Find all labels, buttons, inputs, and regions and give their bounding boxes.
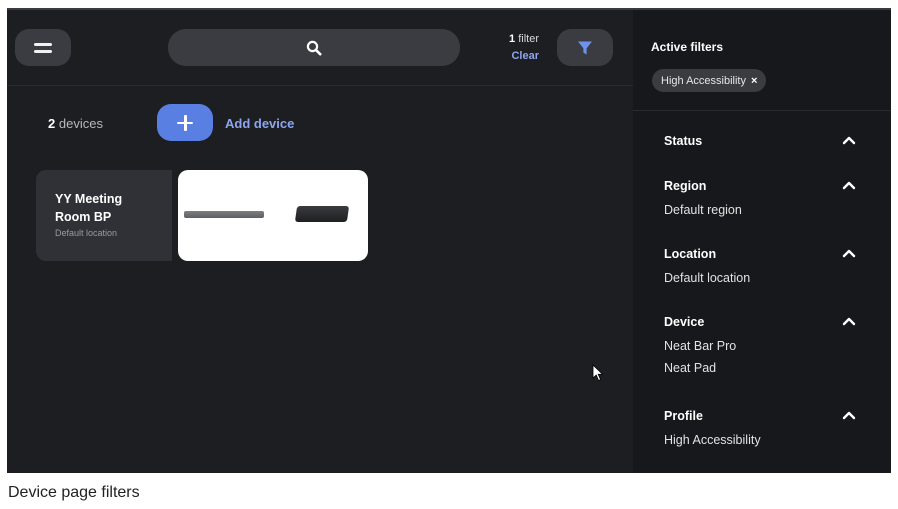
filter-option[interactable]: Default location: [664, 271, 864, 285]
filter-section-title: Location: [664, 247, 717, 261]
chevron-up-icon[interactable]: [842, 180, 856, 190]
filter-section-title: Region: [664, 179, 707, 193]
device-image: [178, 170, 368, 261]
active-filters-header: Active filters High Accessibility ×: [633, 10, 891, 111]
active-filters-title: Active filters: [651, 40, 724, 54]
filter-option[interactable]: Neat Pad: [664, 361, 864, 375]
search-bar[interactable]: [168, 29, 460, 66]
mouse-cursor-icon: [592, 364, 604, 382]
filter-section-location[interactable]: Location Default location: [664, 247, 864, 285]
menu-button[interactable]: [15, 29, 71, 66]
clear-filters-link[interactable]: Clear: [487, 48, 539, 65]
filter-section-title: Device: [664, 315, 705, 329]
filter-summary: 1 filter Clear: [487, 31, 539, 65]
filter-option[interactable]: High Accessibility: [664, 433, 864, 447]
filter-section-device[interactable]: Device Neat Bar Pro Neat Pad: [664, 315, 864, 375]
chevron-up-icon[interactable]: [842, 248, 856, 258]
filter-count: 1 filter: [509, 33, 539, 45]
filter-button[interactable]: [557, 29, 613, 66]
search-icon: [306, 40, 322, 55]
filters-panel: Active filters High Accessibility × Stat…: [633, 10, 891, 473]
plus-icon: [177, 114, 193, 131]
figure-caption: Device page filters: [8, 484, 140, 501]
filter-section-status[interactable]: Status: [664, 134, 864, 148]
active-filter-chip[interactable]: High Accessibility ×: [652, 69, 767, 92]
device-count: 2 devices: [48, 116, 103, 131]
chevron-up-icon[interactable]: [842, 135, 856, 145]
device-name: YY Meeting Room BP: [55, 192, 123, 224]
device-page: 1 filter Clear 2 devices Add device YY M…: [7, 8, 891, 473]
filter-option[interactable]: Default region: [664, 203, 864, 217]
filter-section-title: Status: [664, 134, 703, 148]
neat-bar-device-image: [184, 211, 264, 218]
device-card[interactable]: YY Meeting Room BP Default location: [36, 170, 372, 261]
chevron-up-icon[interactable]: [842, 316, 856, 326]
top-bar: 1 filter Clear: [7, 10, 633, 86]
filter-section-region[interactable]: Region Default region: [664, 179, 864, 217]
active-filter-chip-label: High Accessibility: [661, 74, 746, 87]
device-location: Default location: [55, 228, 118, 238]
remove-filter-icon[interactable]: ×: [751, 75, 757, 87]
filter-option[interactable]: Neat Bar Pro: [664, 339, 864, 353]
filter-section-title: Profile: [664, 409, 703, 423]
filter-section-profile[interactable]: Profile High Accessibility: [664, 409, 864, 447]
chevron-up-icon[interactable]: [842, 410, 856, 420]
add-device-link[interactable]: Add device: [225, 116, 294, 131]
device-card-info: YY Meeting Room BP Default location: [36, 170, 172, 261]
hamburger-menu-icon: [34, 42, 52, 53]
add-device-button[interactable]: [157, 104, 213, 141]
funnel-filter-icon: [578, 41, 592, 54]
neat-pad-device-image: [294, 206, 350, 222]
